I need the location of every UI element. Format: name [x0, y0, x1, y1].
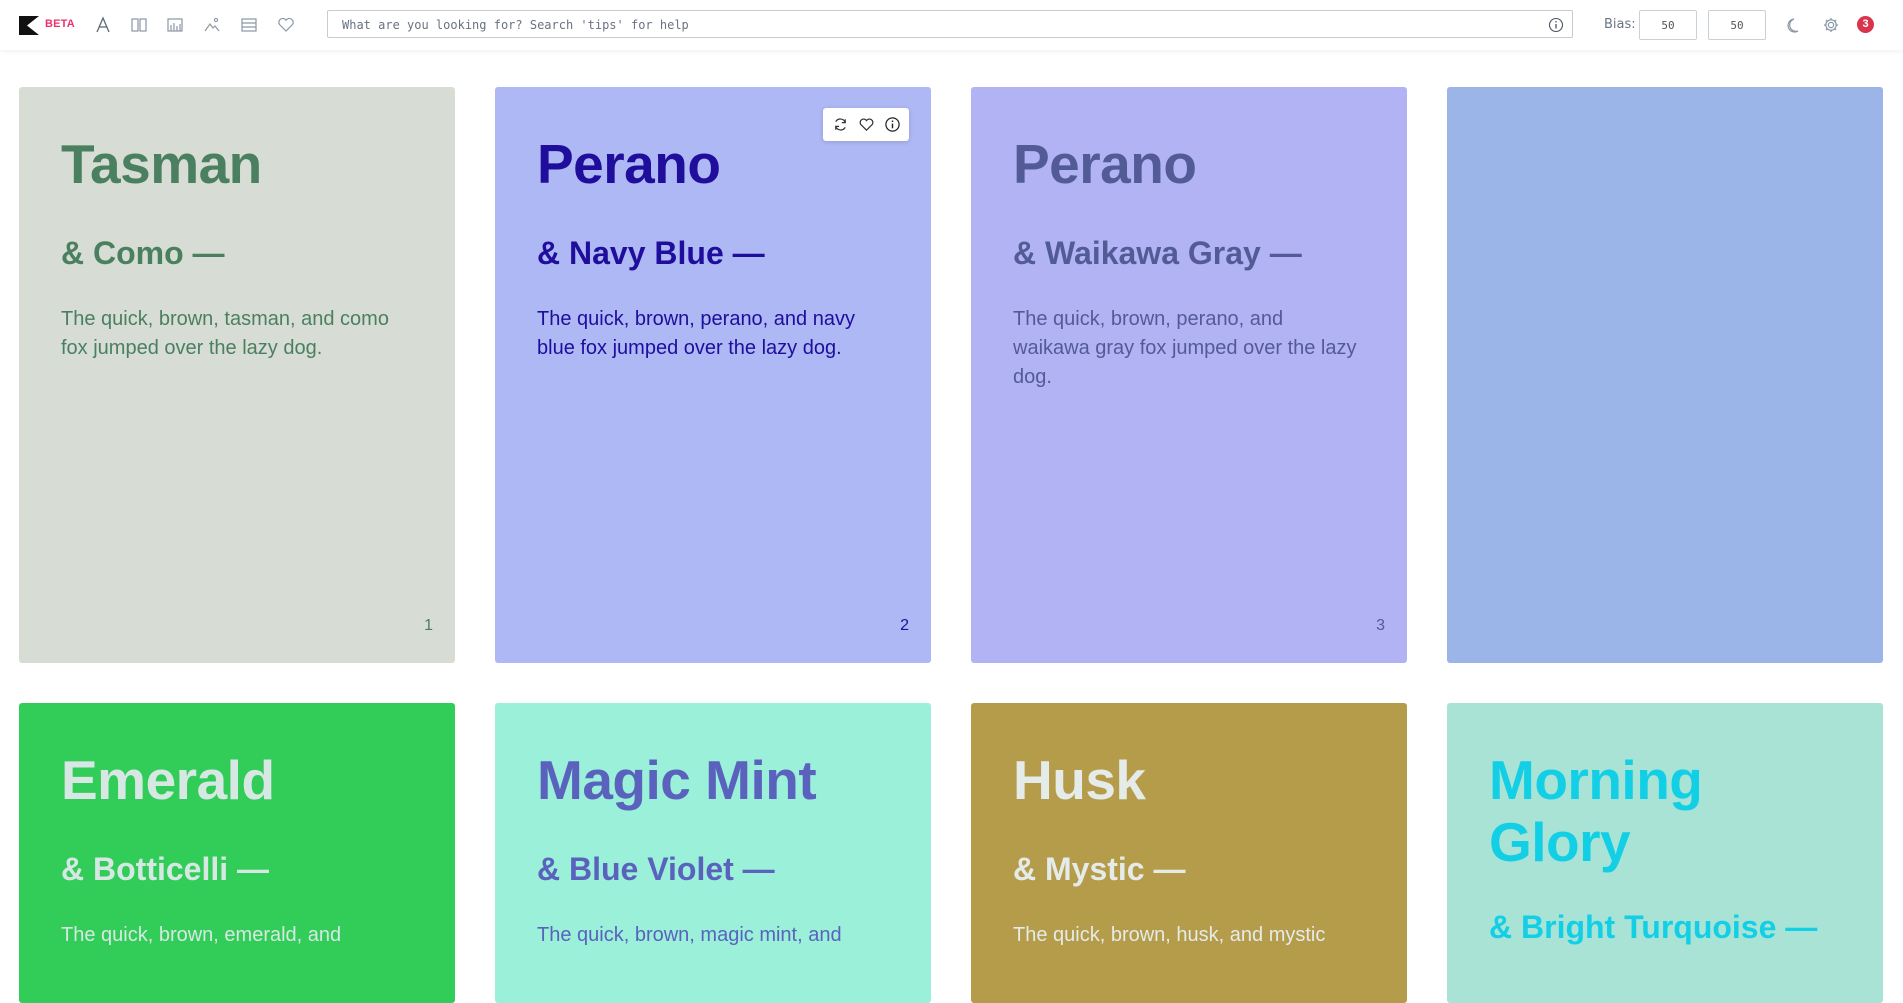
card-body: The quick, brown, tasman, and como fox j…: [61, 308, 389, 359]
search-field[interactable]: [327, 10, 1573, 39]
logo-icon[interactable]: [19, 16, 39, 35]
card-subtitle: & Como —: [61, 235, 225, 271]
moon-icon[interactable]: [1783, 13, 1807, 37]
heart-icon[interactable]: [274, 13, 298, 37]
bias-input-1[interactable]: [1639, 10, 1697, 40]
card-body: The quick, brown, perano, and waikawa gr…: [1013, 308, 1357, 388]
card-title: Perano: [1013, 133, 1197, 195]
card-body: The quick, brown, emerald, and: [61, 924, 342, 946]
info-icon[interactable]: [882, 115, 902, 135]
card-number: 3: [1376, 617, 1385, 634]
card-body: The quick, brown, husk, and mystic: [1013, 924, 1326, 946]
image-icon[interactable]: [200, 13, 224, 37]
card-body: The quick, brown, magic mint, and: [537, 924, 842, 946]
palette-card-4[interactable]: [1447, 87, 1883, 663]
card-number: 2: [900, 617, 909, 634]
card-actions-toolbar: [823, 108, 909, 141]
beta-badge: BETA: [45, 18, 75, 30]
card-title: Husk: [1013, 749, 1146, 811]
font-icon[interactable]: [91, 13, 115, 37]
card-subtitle: & Mystic —: [1013, 851, 1186, 887]
card-subtitle: & Blue Violet —: [537, 851, 775, 887]
card-subtitle: & Waikawa Gray —: [1013, 235, 1302, 271]
notification-badge[interactable]: 3: [1857, 16, 1874, 33]
palette-card-1[interactable]: Tasman & Como — The quick, brown, tasman…: [19, 87, 455, 663]
palette-card-3[interactable]: Perano & Waikawa Gray — The quick, brown…: [971, 87, 1407, 663]
bias-input-2[interactable]: [1708, 10, 1766, 40]
card-title: Magic Mint: [537, 749, 817, 811]
bias-label: Bias:: [1604, 17, 1636, 32]
card-title: Emerald: [61, 749, 275, 811]
palette-card-6[interactable]: Magic Mint & Blue Violet — The quick, br…: [495, 703, 931, 1003]
chart-icon[interactable]: [163, 13, 187, 37]
card-title: Morning Glory: [1489, 749, 1703, 873]
heart-icon[interactable]: [856, 115, 876, 135]
columns-icon[interactable]: [127, 13, 151, 37]
palette-card-7[interactable]: Husk & Mystic — The quick, brown, husk, …: [971, 703, 1407, 1003]
card-number: 1: [424, 617, 433, 634]
info-icon[interactable]: [1548, 17, 1564, 33]
gear-icon[interactable]: [1819, 13, 1843, 37]
palette-card-8[interactable]: Morning Glory & Bright Turquoise —: [1447, 703, 1883, 1003]
refresh-icon[interactable]: [830, 115, 850, 135]
card-subtitle: & Bright Turquoise —: [1489, 909, 1818, 945]
card-subtitle: & Botticelli —: [61, 851, 270, 887]
card-subtitle: & Navy Blue —: [537, 235, 765, 271]
top-bar: BETA Bias: 3: [0, 0, 1903, 50]
palette-card-2[interactable]: Perano & Navy Blue — The quick, brown, p…: [495, 87, 931, 663]
palette-card-5[interactable]: Emerald & Botticelli — The quick, brown,…: [19, 703, 455, 1003]
rows-icon[interactable]: [237, 13, 261, 37]
card-title: Perano: [537, 133, 721, 195]
card-body: The quick, brown, perano, and navy blue …: [537, 308, 855, 359]
card-title: Tasman: [61, 133, 262, 195]
search-input[interactable]: [340, 11, 1524, 39]
